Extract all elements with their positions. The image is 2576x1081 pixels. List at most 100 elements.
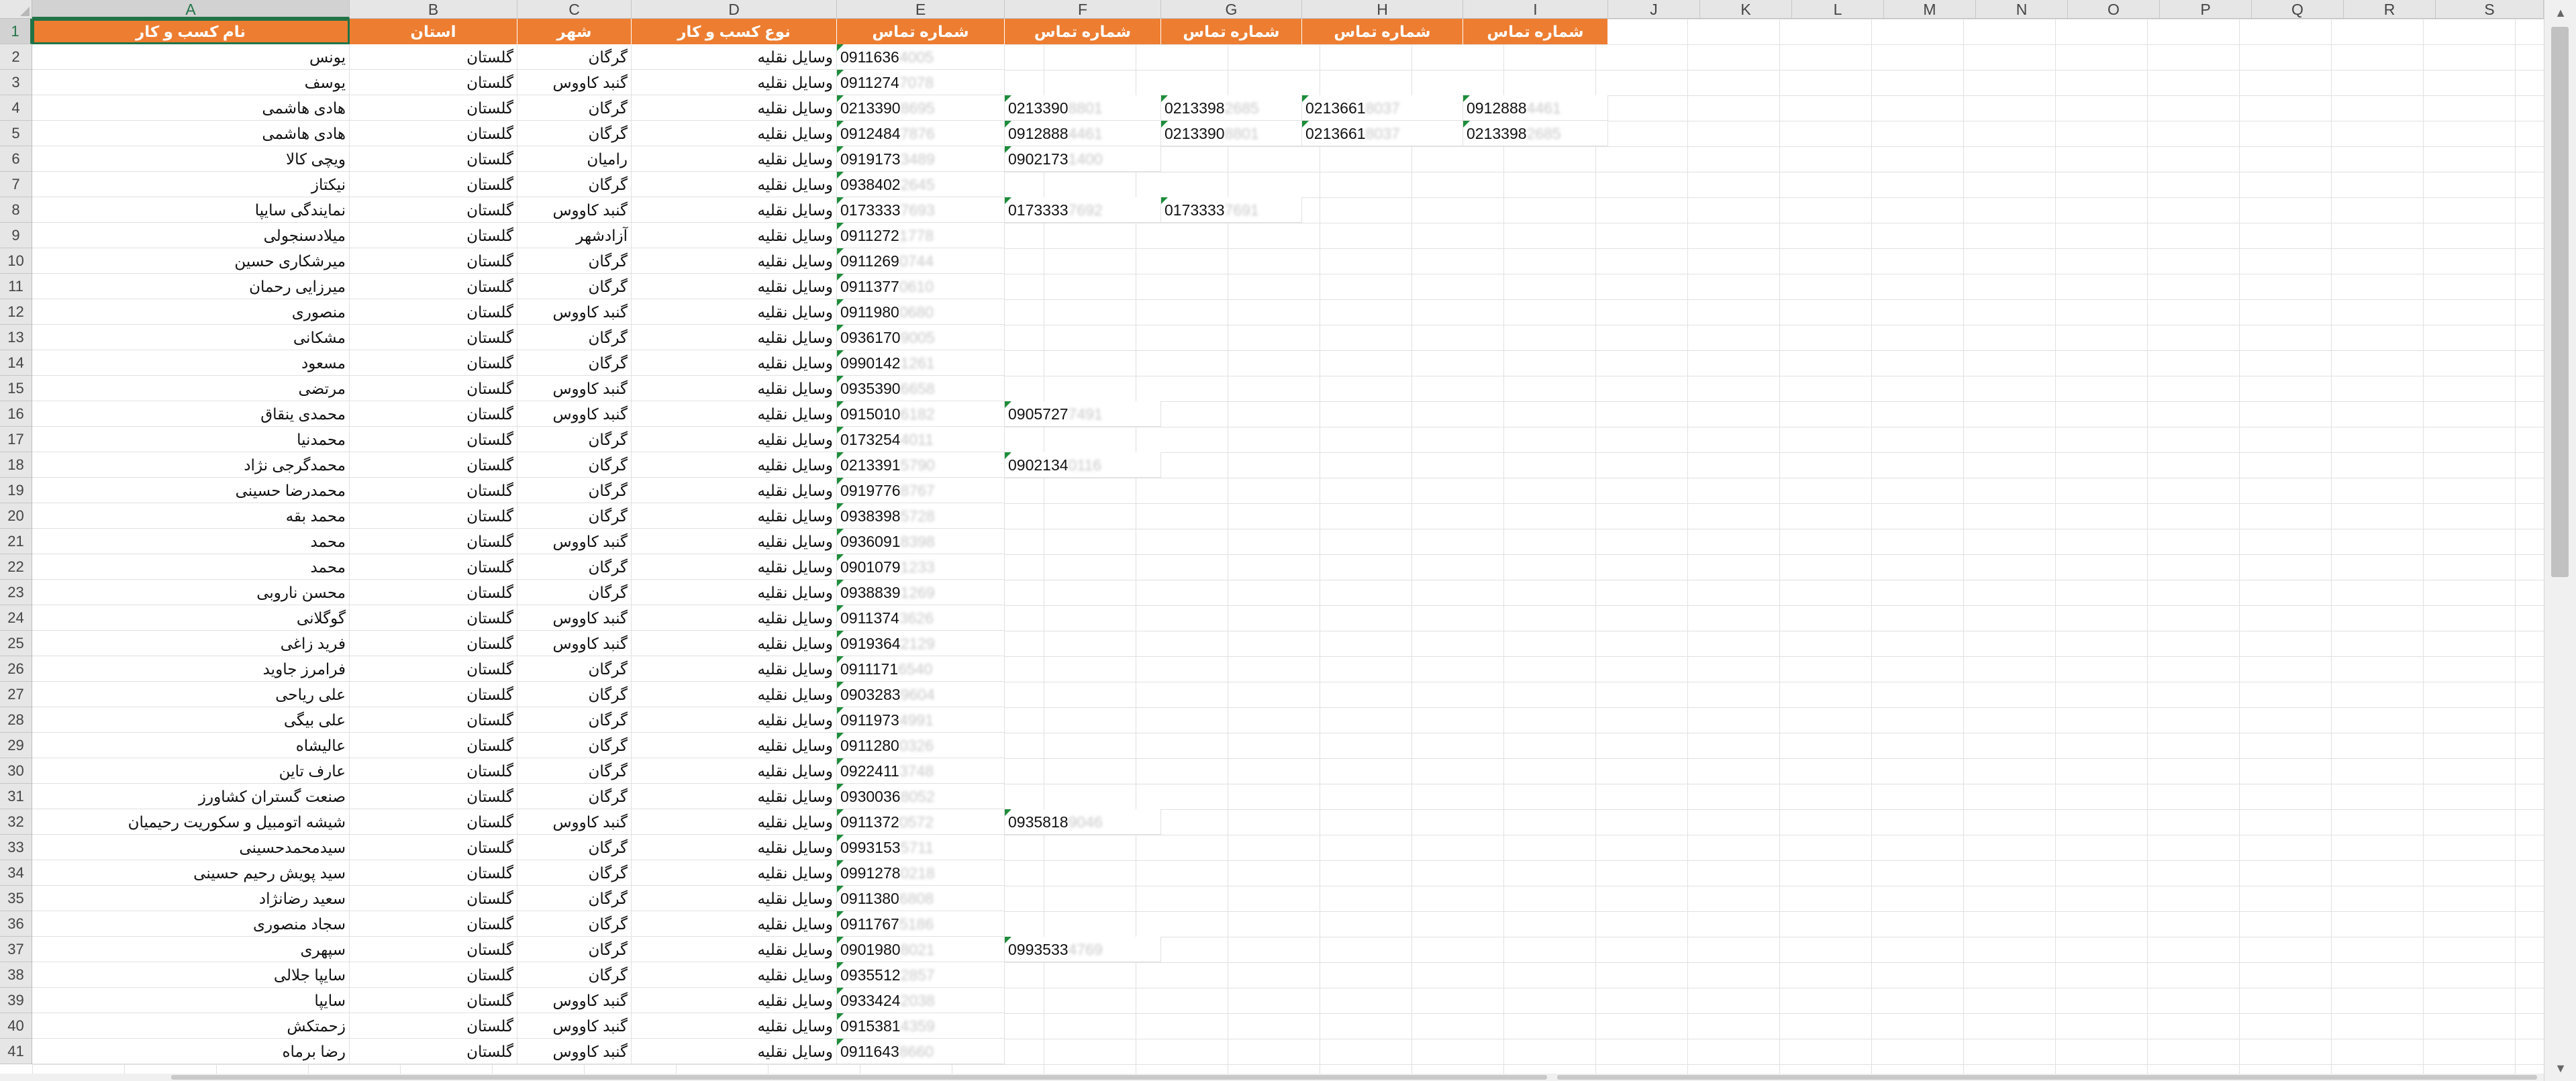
row-header-39[interactable]: 39 (0, 988, 32, 1013)
row-header-13[interactable]: 13 (0, 325, 32, 350)
city-cell[interactable]: گرگان (517, 427, 632, 452)
phone-cell[interactable]: 02133908801 (1005, 95, 1161, 121)
business-name-cell[interactable]: سعید رضانژاد (32, 886, 350, 911)
phone-cell[interactable]: 09901421261 (837, 350, 1005, 376)
phone-cell[interactable]: 09112690744 (837, 248, 1005, 274)
business-name-cell[interactable]: محمد (32, 529, 350, 554)
city-cell[interactable]: گرگان (517, 452, 632, 478)
business-type-cell[interactable]: وسایل نقلیه (632, 784, 837, 809)
province-cell[interactable]: گلستان (350, 809, 517, 835)
row-header-24[interactable]: 24 (0, 605, 32, 631)
row-header-16[interactable]: 16 (0, 401, 32, 427)
business-type-cell[interactable]: وسایل نقلیه (632, 146, 837, 172)
phone-cell[interactable]: 09112800326 (837, 733, 1005, 758)
business-name-cell[interactable]: محمدنیا (32, 427, 350, 452)
business-type-cell[interactable]: وسایل نقلیه (632, 197, 837, 223)
phone-cell[interactable]: 09383985728 (837, 503, 1005, 529)
phone-cell[interactable]: 09113770610 (837, 274, 1005, 299)
business-name-cell[interactable]: علی بیگی (32, 707, 350, 733)
province-cell[interactable]: گلستان (350, 554, 517, 580)
province-cell[interactable]: گلستان (350, 886, 517, 911)
province-cell[interactable]: گلستان (350, 503, 517, 529)
city-cell[interactable]: گرگان (517, 503, 632, 529)
business-name-cell[interactable]: عارف تاین (32, 758, 350, 784)
province-cell[interactable]: گلستان (350, 376, 517, 401)
business-name-cell[interactable]: هادی هاشمی (32, 121, 350, 146)
business-name-cell[interactable]: عالیشاه (32, 733, 350, 758)
city-cell[interactable]: گرگان (517, 121, 632, 146)
row-header-18[interactable]: 18 (0, 452, 32, 478)
business-type-cell[interactable]: وسایل نقلیه (632, 886, 837, 911)
header-cell-a[interactable]: نام کسب و کار (32, 19, 350, 44)
business-type-cell[interactable]: وسایل نقلیه (632, 452, 837, 478)
city-cell[interactable]: گرگان (517, 962, 632, 988)
business-name-cell[interactable]: میلادسنجولی (32, 223, 350, 248)
row-header-21[interactable]: 21 (0, 529, 32, 554)
phone-cell[interactable]: 09119800680 (837, 299, 1005, 325)
column-header-a[interactable]: A (32, 0, 350, 19)
city-cell[interactable]: گرگان (517, 325, 632, 350)
row-header-29[interactable]: 29 (0, 733, 32, 758)
province-cell[interactable]: گلستان (350, 427, 517, 452)
horizontal-scrollbar[interactable] (0, 1074, 2544, 1081)
city-cell[interactable]: گرگان (517, 580, 632, 605)
spreadsheet[interactable]: ABCDEFGHIJKLMNOPQRS 1 2 3 4 5 6 7 8 9 10 11 12 13 14 1… (0, 0, 2576, 1081)
phone-cell[interactable]: 02133908801 (1161, 121, 1302, 146)
row-header-37[interactable]: 37 (0, 937, 32, 962)
column-header-h[interactable]: H (1302, 0, 1463, 19)
row-header-41[interactable]: 41 (0, 1039, 32, 1064)
business-type-cell[interactable]: وسایل نقلیه (632, 70, 837, 95)
column-header-p[interactable]: P (2160, 0, 2252, 19)
business-type-cell[interactable]: وسایل نقلیه (632, 988, 837, 1013)
phone-cell[interactable]: 09113720572 (837, 809, 1005, 835)
province-cell[interactable]: گلستان (350, 835, 517, 860)
business-type-cell[interactable]: وسایل نقلیه (632, 529, 837, 554)
city-cell[interactable]: گنبد کاووس (517, 1039, 632, 1064)
row-header-15[interactable]: 15 (0, 376, 32, 401)
province-cell[interactable]: گلستان (350, 478, 517, 503)
phone-cell[interactable]: 09117675186 (837, 911, 1005, 937)
row-header-10[interactable]: 10 (0, 248, 32, 274)
business-name-cell[interactable]: محسن ناروبی (32, 580, 350, 605)
province-cell[interactable]: گلستان (350, 937, 517, 962)
city-cell[interactable]: گنبد کاووس (517, 299, 632, 325)
column-header-n[interactable]: N (1976, 0, 2068, 19)
column-header-j[interactable]: J (1608, 0, 1700, 19)
phone-cell[interactable]: 09153814359 (837, 1013, 1005, 1039)
business-name-cell[interactable]: فرامرز جاوید (32, 656, 350, 682)
phone-cell[interactable]: 09931535711 (837, 835, 1005, 860)
phone-cell[interactable]: 09197768767 (837, 478, 1005, 503)
row-header-26[interactable]: 26 (0, 656, 32, 682)
business-name-cell[interactable]: مرتضی (32, 376, 350, 401)
city-cell[interactable]: گرگان (517, 835, 632, 860)
business-type-cell[interactable]: وسایل نقلیه (632, 248, 837, 274)
business-name-cell[interactable]: محمدگرجی نژاد (32, 452, 350, 478)
city-cell[interactable]: گرگان (517, 274, 632, 299)
business-name-cell[interactable]: محمدرضا حسینی (32, 478, 350, 503)
business-type-cell[interactable]: وسایل نقلیه (632, 809, 837, 835)
column-header-d[interactable]: D (632, 0, 837, 19)
row-header-1[interactable]: 1 (0, 19, 32, 44)
business-name-cell[interactable]: مسعود (32, 350, 350, 376)
header-cell-g[interactable]: شماره تماس (1161, 19, 1302, 44)
phone-cell[interactable]: 09057277491 (1005, 401, 1161, 427)
business-name-cell[interactable]: مشکانی (32, 325, 350, 350)
business-type-cell[interactable]: وسایل نقلیه (632, 631, 837, 656)
province-cell[interactable]: گلستان (350, 223, 517, 248)
city-cell[interactable]: گرگان (517, 886, 632, 911)
province-cell[interactable]: گلستان (350, 631, 517, 656)
business-name-cell[interactable]: صنعت گستران کشاورز (32, 784, 350, 809)
business-type-cell[interactable]: وسایل نقلیه (632, 937, 837, 962)
row-header-19[interactable]: 19 (0, 478, 32, 503)
city-cell[interactable]: گنبد کاووس (517, 988, 632, 1013)
row-header-3[interactable]: 3 (0, 70, 32, 95)
phone-cell[interactable]: 09384022645 (837, 172, 1005, 197)
province-cell[interactable]: گلستان (350, 401, 517, 427)
province-cell[interactable]: گلستان (350, 70, 517, 95)
phone-cell[interactable]: 09019808021 (837, 937, 1005, 962)
row-header-40[interactable]: 40 (0, 1013, 32, 1039)
business-type-cell[interactable]: وسایل نقلیه (632, 605, 837, 631)
phone-cell[interactable]: 09360918398 (837, 529, 1005, 554)
header-cell-d[interactable]: نوع کسب و کار (632, 19, 837, 44)
province-cell[interactable]: گلستان (350, 350, 517, 376)
